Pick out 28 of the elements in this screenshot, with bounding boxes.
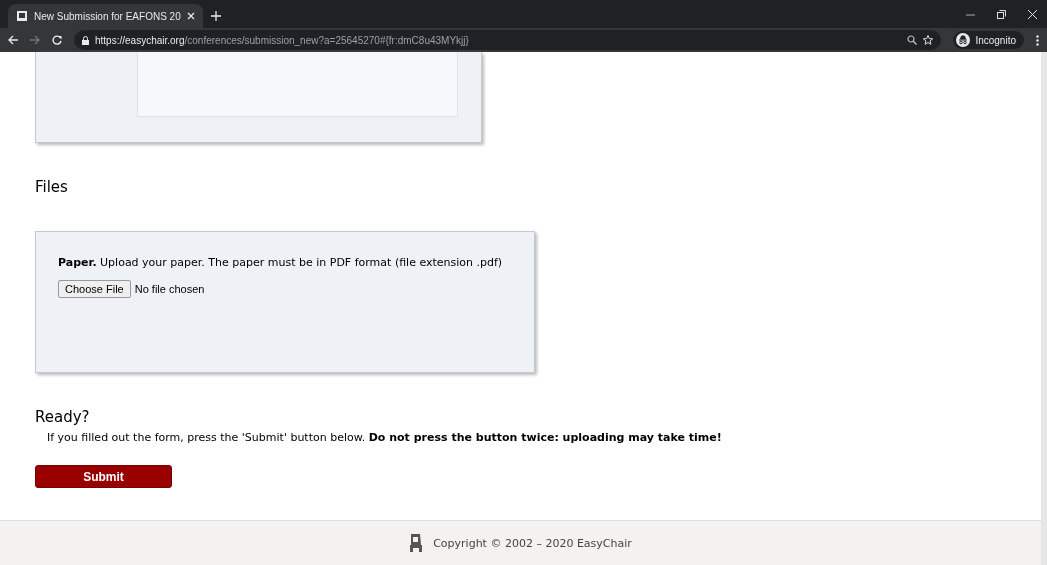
upload-instructions: Paper. Upload your paper. The paper must be in PDF format (file extension .pdf) (58, 256, 504, 269)
submit-instructions: If you filled out the form, press the 'Submit' button below. Do not press the button twice: uploading may take time! (47, 431, 723, 444)
chair-icon (409, 533, 424, 553)
tab-title: New Submission for EAFONS 20 (34, 10, 181, 22)
menu-icon[interactable] (1036, 34, 1039, 46)
choose-file-button[interactable]: Choose File (58, 280, 131, 298)
forward-icon[interactable] (30, 35, 40, 45)
file-status: No file chosen (134, 283, 205, 295)
section-heading: Ready? (35, 408, 91, 426)
browser-tab[interactable]: New Submission for EAFONS 20 (8, 4, 203, 28)
profile-button[interactable]: Incognito (953, 31, 1024, 49)
page-icon (16, 10, 28, 22)
url-host: https://easychair.org (95, 34, 185, 46)
section-heading: Files (35, 178, 69, 196)
url-path: /conferences/submission_new?a=25645270#{fr:dmC8u43MYkjj} (184, 34, 469, 46)
back-icon[interactable] (8, 35, 18, 45)
close-icon[interactable] (186, 12, 195, 20)
submit-button[interactable]: Submit (35, 465, 172, 488)
copyright-text: Copyright © 2002 – 2020 EasyChair (433, 536, 632, 550)
address-bar[interactable]: https://easychair.org/conferences/submission_new?a=25645270#{fr:dmC8u43MYkjj} (74, 30, 942, 50)
restore-icon[interactable] (997, 9, 1006, 19)
star-icon[interactable] (923, 35, 934, 45)
incognito-icon (956, 33, 971, 47)
reload-icon[interactable] (52, 35, 62, 45)
lock-icon (82, 35, 89, 45)
zoom-icon[interactable] (907, 35, 918, 45)
close-icon[interactable] (1028, 9, 1037, 19)
new-tab-icon[interactable] (210, 11, 221, 21)
